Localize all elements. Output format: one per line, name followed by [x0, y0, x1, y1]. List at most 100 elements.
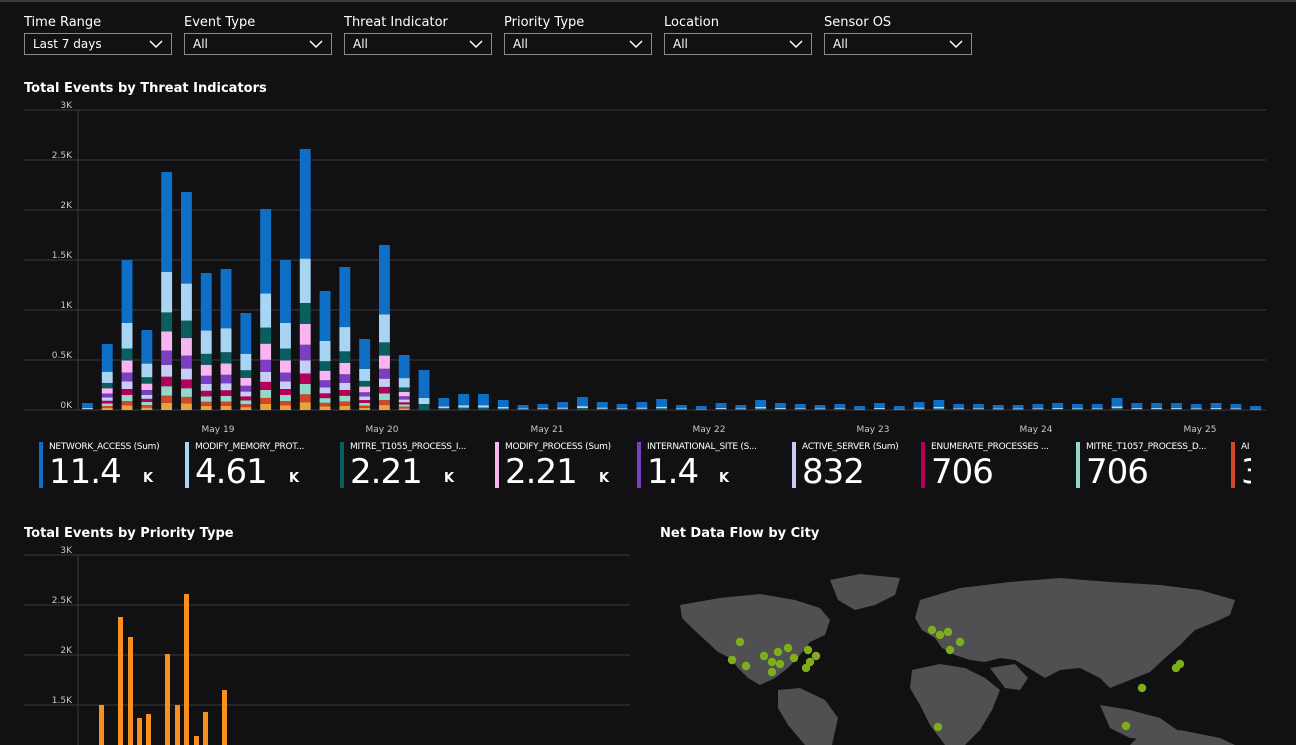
bar-segment[interactable] — [854, 408, 866, 410]
bar-segment[interactable] — [1091, 404, 1103, 409]
bar-segment[interactable] — [735, 408, 747, 410]
bar-segment[interactable] — [260, 359, 272, 372]
bar-segment[interactable] — [101, 371, 113, 383]
filter-dropdown[interactable]: All — [664, 33, 812, 55]
bar-segment[interactable] — [992, 405, 1004, 409]
bar-segment[interactable] — [240, 370, 252, 378]
bar-segment[interactable] — [438, 398, 450, 407]
bar-segment[interactable] — [339, 395, 351, 402]
bar-segment[interactable] — [240, 404, 252, 408]
bar-segment[interactable] — [280, 260, 291, 323]
bar-segment[interactable] — [260, 371, 272, 382]
city-data-point[interactable] — [775, 659, 785, 669]
bar-segment[interactable] — [339, 327, 351, 352]
bar-segment[interactable] — [913, 407, 925, 409]
bar-segment[interactable] — [200, 330, 212, 354]
bar-segment[interactable] — [339, 362, 351, 375]
bar-segment[interactable] — [200, 405, 212, 410]
bar-segment[interactable] — [181, 192, 192, 284]
bar-segment[interactable] — [735, 409, 747, 410]
bar-segment[interactable] — [1230, 408, 1242, 410]
bar-segment[interactable] — [121, 323, 133, 349]
bar-segment[interactable] — [280, 323, 291, 349]
bar-segment[interactable] — [141, 398, 153, 402]
bar-segment[interactable] — [458, 405, 470, 408]
bar-segment[interactable] — [953, 404, 965, 409]
bar-segment[interactable] — [280, 381, 291, 390]
priority-bar[interactable] — [222, 690, 227, 745]
bar-segment[interactable] — [577, 406, 588, 409]
bar-segment[interactable] — [1111, 408, 1123, 410]
bar-segment[interactable] — [280, 405, 291, 411]
bar-segment[interactable] — [299, 258, 311, 303]
bar-segment[interactable] — [200, 396, 212, 402]
filter-dropdown[interactable]: All — [504, 33, 652, 55]
city-data-point[interactable] — [727, 655, 737, 665]
bar-segment[interactable] — [260, 343, 272, 360]
bar-segment[interactable] — [260, 293, 272, 328]
bar-segment[interactable] — [240, 353, 252, 371]
bar-segment[interactable] — [240, 377, 252, 386]
bar-segment[interactable] — [181, 379, 192, 389]
bar-segment[interactable] — [161, 271, 173, 313]
bar-segment[interactable] — [775, 407, 786, 409]
priority-bar[interactable] — [165, 654, 170, 745]
bar-segment[interactable] — [339, 382, 351, 390]
bar-segment[interactable] — [478, 407, 489, 410]
bar-segment[interactable] — [1111, 398, 1123, 407]
bar-segment[interactable] — [497, 408, 509, 411]
filter-dropdown[interactable]: All — [344, 33, 492, 55]
bar-segment[interactable] — [398, 402, 410, 405]
bar-segment[interactable] — [181, 396, 192, 404]
bar-segment[interactable] — [220, 363, 232, 375]
city-data-point[interactable] — [933, 722, 943, 732]
bar-segment[interactable] — [141, 402, 153, 406]
bar-segment[interactable] — [794, 408, 806, 410]
bar-segment[interactable] — [141, 405, 153, 408]
bar-segment[interactable] — [973, 404, 984, 409]
bar-segment[interactable] — [1032, 404, 1044, 409]
bar-segment[interactable] — [280, 360, 291, 373]
bar-segment[interactable] — [1190, 404, 1202, 409]
bar-segment[interactable] — [1072, 409, 1083, 410]
bar-segment[interactable] — [636, 408, 648, 410]
bar-segment[interactable] — [497, 400, 509, 407]
bar-segment[interactable] — [141, 377, 153, 384]
bar-segment[interactable] — [161, 172, 173, 272]
city-data-point[interactable] — [1171, 663, 1181, 673]
bar-segment[interactable] — [181, 403, 192, 410]
priority-bar[interactable] — [184, 594, 189, 745]
city-data-point[interactable] — [955, 637, 965, 647]
bar-segment[interactable] — [893, 406, 905, 409]
bar-segment[interactable] — [319, 398, 331, 403]
bar-segment[interactable] — [379, 314, 390, 343]
city-data-point[interactable] — [773, 647, 783, 657]
bar-segment[interactable] — [596, 407, 608, 409]
bar-segment[interactable] — [676, 405, 687, 409]
bar-segment[interactable] — [418, 404, 430, 410]
bar-segment[interactable] — [319, 402, 331, 407]
bar-segment[interactable] — [359, 392, 371, 397]
bar-segment[interactable] — [379, 355, 390, 369]
bar-segment[interactable] — [319, 380, 331, 388]
bar-segment[interactable] — [299, 360, 311, 374]
bar-segment[interactable] — [121, 405, 133, 411]
bar-segment[interactable] — [299, 302, 311, 324]
bar-segment[interactable] — [1032, 409, 1044, 410]
bar-segment[interactable] — [1151, 407, 1163, 409]
bar-segment[interactable] — [379, 368, 390, 379]
bar-segment[interactable] — [359, 386, 371, 393]
bar-segment[interactable] — [398, 391, 410, 397]
bar-segment[interactable] — [379, 393, 390, 401]
bar-segment[interactable] — [636, 407, 648, 409]
city-data-point[interactable] — [927, 625, 937, 635]
bar-segment[interactable] — [181, 368, 192, 380]
bar-segment[interactable] — [339, 389, 351, 396]
bar-segment[interactable] — [101, 400, 113, 404]
bar-segment[interactable] — [616, 408, 628, 410]
bar-segment[interactable] — [280, 395, 291, 401]
bar-segment[interactable] — [260, 381, 272, 390]
bar-segment[interactable] — [260, 327, 272, 344]
bar-segment[interactable] — [240, 391, 252, 397]
bar-segment[interactable] — [161, 402, 173, 410]
